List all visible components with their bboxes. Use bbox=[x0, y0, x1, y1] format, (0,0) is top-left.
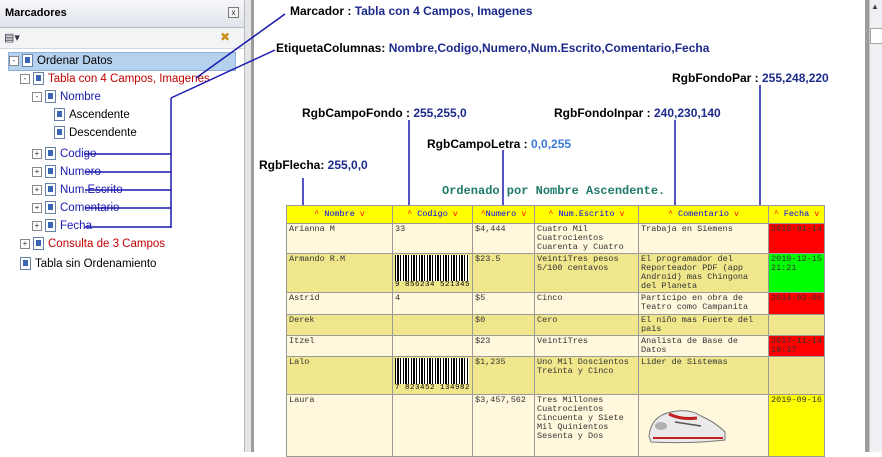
barcode-number: 7 823452 134982 bbox=[395, 384, 471, 392]
cell-num-escrito: VeintiTres bbox=[534, 335, 639, 357]
cell-fecha: 2014-02-05 bbox=[768, 292, 825, 315]
cell-num-escrito: Uno Mil Doscientos Treinta y Cinco bbox=[534, 356, 639, 395]
annotation-key: Marcador : bbox=[290, 4, 355, 18]
annotation-value: Tabla con 4 Campos, Imagenes bbox=[354, 4, 533, 18]
annotation-value: 255,255,0 bbox=[413, 106, 467, 120]
barcode-number: 9 856234 521345 bbox=[395, 281, 471, 289]
column-header-fecha[interactable]: ^ Fecha v bbox=[768, 205, 825, 224]
column-header-numero[interactable]: ^Numero v bbox=[472, 205, 535, 224]
cell-comentario: El programador del Reporteador PDF (app … bbox=[638, 253, 769, 293]
cell-fecha: 2019-12-15 21:21 bbox=[768, 253, 825, 293]
cell-comentario: El niño mas Fuerte del pais bbox=[638, 314, 769, 336]
column-header-num-escrito[interactable]: ^ Num.Escrito v bbox=[534, 205, 639, 224]
cell-fecha bbox=[768, 314, 825, 336]
cell-num-escrito: Tres Millones Cuatrocientos Cincuenta y … bbox=[534, 394, 639, 457]
table-row: Astrid 4 $5 Cinco Participo en obra de T… bbox=[286, 292, 825, 315]
cell-numero: $0 bbox=[472, 314, 535, 336]
ordered-label: Ordenado por Nombre Ascendente. bbox=[442, 184, 666, 198]
cell-fecha: 2017-11-14 19:37 bbox=[768, 335, 825, 357]
cell-codigo-barcode: 9 856234 521345 bbox=[392, 253, 473, 293]
cell-nombre: Lalo bbox=[286, 356, 393, 395]
cell-numero: $23.5 bbox=[472, 253, 535, 293]
table-row: Laura $3,457,562 Tres Millones Cuatrocie… bbox=[286, 394, 825, 457]
column-header-nombre[interactable]: ^ Nombre v bbox=[286, 205, 393, 224]
cell-numero: $5 bbox=[472, 292, 535, 315]
barcode-image bbox=[395, 255, 469, 281]
cell-nombre: Laura bbox=[286, 394, 393, 457]
cell-nombre: Armando R.M bbox=[286, 253, 393, 293]
column-header-codigo[interactable]: ^ Codigo v bbox=[392, 205, 473, 224]
cell-nombre: Derek bbox=[286, 314, 393, 336]
cell-comentario: Analista de Base de Datos bbox=[638, 335, 769, 357]
cell-codigo: 4 bbox=[392, 292, 473, 315]
cell-numero: $3,457,562 bbox=[472, 394, 535, 457]
annotation-value: 255,248,220 bbox=[762, 71, 829, 85]
cell-num-escrito: Cuatro Mil Cuatrocientos Cuarenta y Cuat… bbox=[534, 223, 639, 254]
table-row: Derek $0 Cero El niño mas Fuerte del pai… bbox=[286, 314, 825, 336]
annotation-key: RgbCampoLetra : bbox=[427, 137, 532, 151]
barcode-image bbox=[395, 358, 469, 384]
cell-nombre: Arianna M bbox=[286, 223, 393, 254]
annotation-fondo-par: RgbFondoPar : 255,248,220 bbox=[672, 71, 829, 85]
annotation-fondo-inpar: RgbFondoInpar : 240,230,140 bbox=[554, 106, 721, 120]
annotation-flecha: RgbFlecha: 255,0,0 bbox=[259, 158, 368, 172]
annotation-key: RgbFondoPar : bbox=[672, 71, 762, 85]
annotation-key: EtiquetaColumnas: bbox=[276, 41, 389, 55]
table-row: Arianna M 33 $4,444 Cuatro Mil Cuatrocie… bbox=[286, 223, 825, 254]
annotation-value: 0,0,255 bbox=[531, 137, 572, 151]
cell-codigo: 33 bbox=[392, 223, 473, 254]
table-row: Itzel $23 VeintiTres Analista de Base de… bbox=[286, 335, 825, 357]
cell-codigo-barcode: 7 823452 134982 bbox=[392, 356, 473, 395]
cell-fecha bbox=[768, 356, 825, 395]
cell-comentario-image bbox=[638, 394, 769, 457]
cell-comentario: Participo en obra de Teatro como Campani… bbox=[638, 292, 769, 315]
cell-nombre: Itzel bbox=[286, 335, 393, 357]
cell-num-escrito: VeintiTres pesos 5/100 centavos bbox=[534, 253, 639, 293]
table-row: Armando R.M 9 856234 521345 $23.5 Veinti… bbox=[286, 253, 825, 293]
cell-comentario: Lider de Sistemas bbox=[638, 356, 769, 395]
column-header-comentario[interactable]: ^ Comentario v bbox=[638, 205, 769, 224]
cell-codigo bbox=[392, 335, 473, 357]
cell-num-escrito: Cero bbox=[534, 314, 639, 336]
annotation-value: Nombre,Codigo,Numero,Num.Escrito,Comenta… bbox=[388, 41, 710, 55]
cell-fecha: 2019-09-16 bbox=[768, 394, 825, 457]
annotation-value: 240,230,140 bbox=[653, 106, 721, 120]
annotation-key: RgbFlecha: bbox=[259, 158, 328, 172]
report-table: ^ Nombre v ^ Codigo v ^Numero v ^ Num.Es… bbox=[286, 205, 825, 457]
annotation-campo-letra: RgbCampoLetra : 0,0,255 bbox=[427, 137, 571, 151]
cell-numero: $4,444 bbox=[472, 223, 535, 254]
table-header-row: ^ Nombre v ^ Codigo v ^Numero v ^ Num.Es… bbox=[286, 205, 825, 224]
annotation-marcador: Marcador : Tabla con 4 Campos, Imagenes bbox=[290, 4, 533, 18]
annotation-campo-fondo: RgbCampoFondo : 255,255,0 bbox=[302, 106, 467, 120]
cell-numero: $23 bbox=[472, 335, 535, 357]
cell-codigo bbox=[392, 314, 473, 336]
cell-nombre: Astrid bbox=[286, 292, 393, 315]
cell-codigo bbox=[392, 394, 473, 457]
table-row: Lalo 7 823452 134982 $1,235 Uno Mil Dosc… bbox=[286, 356, 825, 395]
annotation-etiqueta-columnas: EtiquetaColumnas: Nombre,Codigo,Numero,N… bbox=[276, 41, 709, 55]
annotation-key: RgbCampoFondo : bbox=[302, 106, 414, 120]
cell-fecha: 2015-01-14 bbox=[768, 223, 825, 254]
sneaker-image bbox=[648, 410, 726, 444]
cell-comentario: Trabaja en Siemens bbox=[638, 223, 769, 254]
cell-num-escrito: Cinco bbox=[534, 292, 639, 315]
cell-numero: $1,235 bbox=[472, 356, 535, 395]
annotation-key: RgbFondoInpar : bbox=[554, 106, 654, 120]
annotation-value: 255,0,0 bbox=[327, 158, 368, 172]
